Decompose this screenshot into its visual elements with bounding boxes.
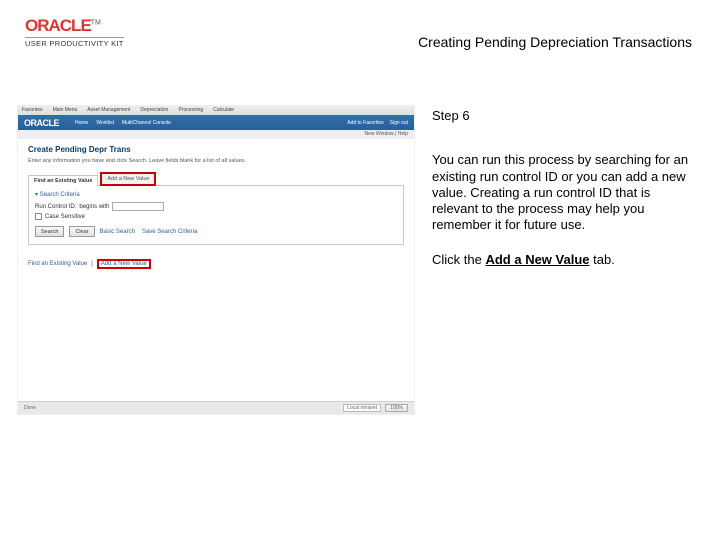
action-target: Add a New Value xyxy=(485,252,589,267)
content-desc: Enter any information you have and click… xyxy=(28,158,404,164)
subheader[interactable]: New Window | Help xyxy=(18,130,414,139)
search-button[interactable]: Search xyxy=(35,226,64,237)
link-add-new-value[interactable]: Add a New Value xyxy=(97,259,151,269)
checkbox-row: Case Sensitive xyxy=(35,213,397,220)
crumb[interactable]: Processing xyxy=(178,107,203,114)
instruction-action: Click the Add a New Value tab. xyxy=(432,252,696,268)
basic-search-link[interactable]: Basic Search xyxy=(100,229,135,235)
nav-link[interactable]: Add to Favorites xyxy=(347,120,383,126)
separator: | xyxy=(91,261,93,267)
nav-link[interactable]: MultiChannel Console xyxy=(122,120,171,126)
embedded-screenshot: Favorites Main Menu Asset Management Dep… xyxy=(17,105,415,415)
page-title: Creating Pending Depreciation Transactio… xyxy=(418,34,692,50)
content-title: Create Pending Depr Trans xyxy=(28,145,404,154)
nav-link[interactable]: Home xyxy=(75,120,88,126)
search-legend[interactable]: ▾ Search Criteria xyxy=(35,191,397,198)
brand-subtitle: USER PRODUCTIVITY KIT xyxy=(25,37,124,48)
instruction-body: You can run this process by searching fo… xyxy=(432,152,696,233)
bottom-links: Find an Existing Value | Add a New Value xyxy=(28,259,404,269)
run-control-id-input[interactable] xyxy=(112,202,164,211)
tab-find-existing[interactable]: Find an Existing Value xyxy=(28,175,98,186)
nav-link[interactable]: Sign out xyxy=(390,120,408,126)
content-body: Create Pending Depr Trans Enter any info… xyxy=(18,139,414,275)
status-text: Done xyxy=(24,405,36,411)
clear-button[interactable]: Clear xyxy=(69,226,94,237)
nav-link[interactable]: Worklist xyxy=(96,120,114,126)
nav-brand: ORACLE xyxy=(24,118,59,128)
crumb[interactable]: Calculate xyxy=(213,107,234,114)
brand-logo: ORACLETM USER PRODUCTIVITY KIT xyxy=(25,16,124,48)
search-panel: ▾ Search Criteria Run Control ID: begins… xyxy=(28,185,404,245)
operator-text[interactable]: begins with xyxy=(79,204,109,210)
save-search-link[interactable]: Save Search Criteria xyxy=(142,229,197,235)
instruction-panel: Step 6 You can run this process by searc… xyxy=(432,108,696,268)
checkbox-label: Case Sensitive xyxy=(45,214,85,220)
crumb[interactable]: Main Menu xyxy=(53,107,78,114)
crumb[interactable]: Favorites xyxy=(22,107,43,114)
action-pre: Click the xyxy=(432,252,485,267)
field-label: Run Control ID: xyxy=(35,204,76,210)
field-row: Run Control ID: begins with xyxy=(35,202,397,211)
tab-add-new-value[interactable]: Add a New Value xyxy=(100,172,156,186)
step-label: Step 6 xyxy=(432,108,696,124)
zoom-level[interactable]: 100% xyxy=(385,404,408,412)
button-row: Search Clear Basic Search Save Search Cr… xyxy=(35,226,397,237)
browser-statusbar: Done Local intranet 100% xyxy=(18,401,414,414)
crumb[interactable]: Asset Management xyxy=(87,107,130,114)
case-sensitive-checkbox[interactable] xyxy=(35,213,42,220)
zone-label: Local intranet xyxy=(343,404,381,412)
action-post: tab. xyxy=(590,252,615,267)
breadcrumb: Favorites Main Menu Asset Management Dep… xyxy=(18,106,414,115)
link-find-existing[interactable]: Find an Existing Value xyxy=(28,261,87,267)
crumb[interactable]: Depreciation xyxy=(140,107,168,114)
brand-tm: TM xyxy=(91,20,101,27)
global-nav: ORACLE Home Worklist MultiChannel Consol… xyxy=(18,115,414,130)
tabs: Find an Existing Value Add a New Value xyxy=(28,172,404,186)
brand-text: ORACLE xyxy=(25,16,91,36)
